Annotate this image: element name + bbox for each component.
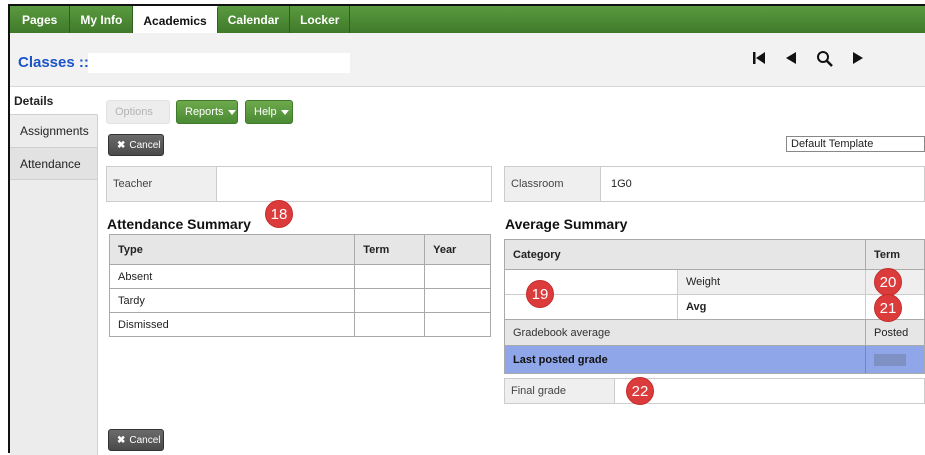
options-button[interactable]: Options	[106, 100, 170, 124]
chevron-down-icon	[227, 109, 236, 115]
year-cell	[424, 264, 491, 289]
cancel-button-bottom[interactable]: ✖ Cancel	[108, 429, 164, 451]
search-icon[interactable]	[816, 50, 834, 73]
final-grade-label: Final grade	[505, 379, 615, 403]
tab-pages[interactable]: Pages	[10, 6, 71, 33]
average-summary-title: Average Summary	[505, 216, 628, 232]
callout-badge: 19	[526, 280, 554, 308]
attendance-table: Type Term Year Absent Tardy Dismissed	[108, 234, 491, 337]
callout-badge: 18	[265, 200, 293, 228]
callout-badge: 20	[874, 268, 902, 296]
table-row: Tardy	[108, 288, 491, 313]
cancel-label: Cancel	[129, 139, 161, 151]
sidebar-item-assignments[interactable]: Assignments	[10, 115, 97, 148]
class-name-field[interactable]	[88, 53, 350, 73]
gradebook-average-row: Gradebook average Posted	[505, 320, 924, 346]
last-posted-grade-label: Last posted grade	[513, 353, 608, 366]
column-header-type: Type	[108, 234, 356, 265]
year-cell	[424, 312, 491, 337]
reports-button-label: Reports	[185, 106, 224, 118]
callout-badge: 22	[626, 377, 654, 405]
reports-button[interactable]: Reports	[176, 100, 238, 124]
page-title: Classes ::	[18, 54, 89, 71]
column-header-term: Term	[354, 234, 426, 265]
table-header-row: Type Term Year	[108, 234, 491, 265]
classroom-row: Classroom 1G0	[504, 166, 925, 202]
sidebar-item-details[interactable]: Details	[10, 87, 98, 115]
sidebar-item-attendance[interactable]: Attendance	[10, 148, 97, 180]
attendance-type-cell: Absent	[108, 264, 356, 289]
sidebar: Details Assignments Attendance	[10, 87, 98, 455]
close-icon: ✖	[117, 434, 126, 446]
attendance-summary-title: Attendance Summary	[107, 216, 251, 232]
last-posted-grade-row: Last posted grade	[505, 346, 924, 373]
gradebook-average-label: Gradebook average	[513, 326, 611, 339]
top-navigation: Pages My Info Academics Calendar Locker	[10, 6, 925, 33]
column-header-category: Category	[513, 248, 561, 261]
cancel-label: Cancel	[129, 434, 161, 446]
final-grade-row: Final grade	[504, 378, 925, 404]
column-header-year: Year	[424, 234, 491, 265]
posted-grade-swatch	[874, 353, 906, 366]
tab-calendar[interactable]: Calendar	[218, 6, 291, 33]
teacher-label: Teacher	[107, 167, 217, 201]
tab-academics[interactable]: Academics	[133, 6, 218, 33]
help-button-label: Help	[254, 106, 277, 118]
previous-icon[interactable]	[785, 50, 797, 71]
classroom-value: 1G0	[611, 178, 632, 190]
template-select[interactable]: Default Template	[786, 136, 925, 152]
term-cell	[354, 312, 426, 337]
teacher-row: Teacher	[106, 166, 492, 202]
tab-locker[interactable]: Locker	[290, 6, 351, 33]
next-icon[interactable]	[852, 50, 864, 71]
classroom-label: Classroom	[505, 167, 601, 201]
table-row: Dismissed	[108, 312, 491, 337]
year-cell	[424, 288, 491, 313]
first-page-icon[interactable]	[752, 50, 766, 71]
term-cell	[354, 264, 426, 289]
term-cell	[354, 288, 426, 313]
table-row: Absent	[108, 264, 491, 289]
classes-header: Classes ::	[10, 33, 925, 87]
column-header-term: Term	[865, 240, 924, 269]
posted-label: Posted	[865, 320, 924, 345]
attendance-type-cell: Dismissed	[108, 312, 356, 337]
cancel-button-top[interactable]: ✖ Cancel	[108, 134, 164, 156]
app-frame: Pages My Info Academics Calendar Locker …	[8, 4, 925, 455]
close-icon: ✖	[117, 139, 126, 151]
avg-label: Avg	[677, 295, 865, 319]
table-header-row: Category Term	[505, 240, 924, 270]
avg-row: Avg	[505, 295, 924, 320]
weight-row: Weight	[505, 270, 924, 295]
help-button[interactable]: Help	[245, 100, 293, 124]
callout-badge: 21	[874, 294, 902, 322]
tab-my-info[interactable]: My Info	[70, 6, 134, 33]
weight-label: Weight	[677, 270, 865, 294]
chevron-down-icon	[280, 109, 289, 115]
average-summary-table: Category Term Weight Avg Gradebook avera…	[504, 239, 925, 374]
last-posted-grade-value	[865, 346, 924, 373]
attendance-type-cell: Tardy	[108, 288, 356, 313]
